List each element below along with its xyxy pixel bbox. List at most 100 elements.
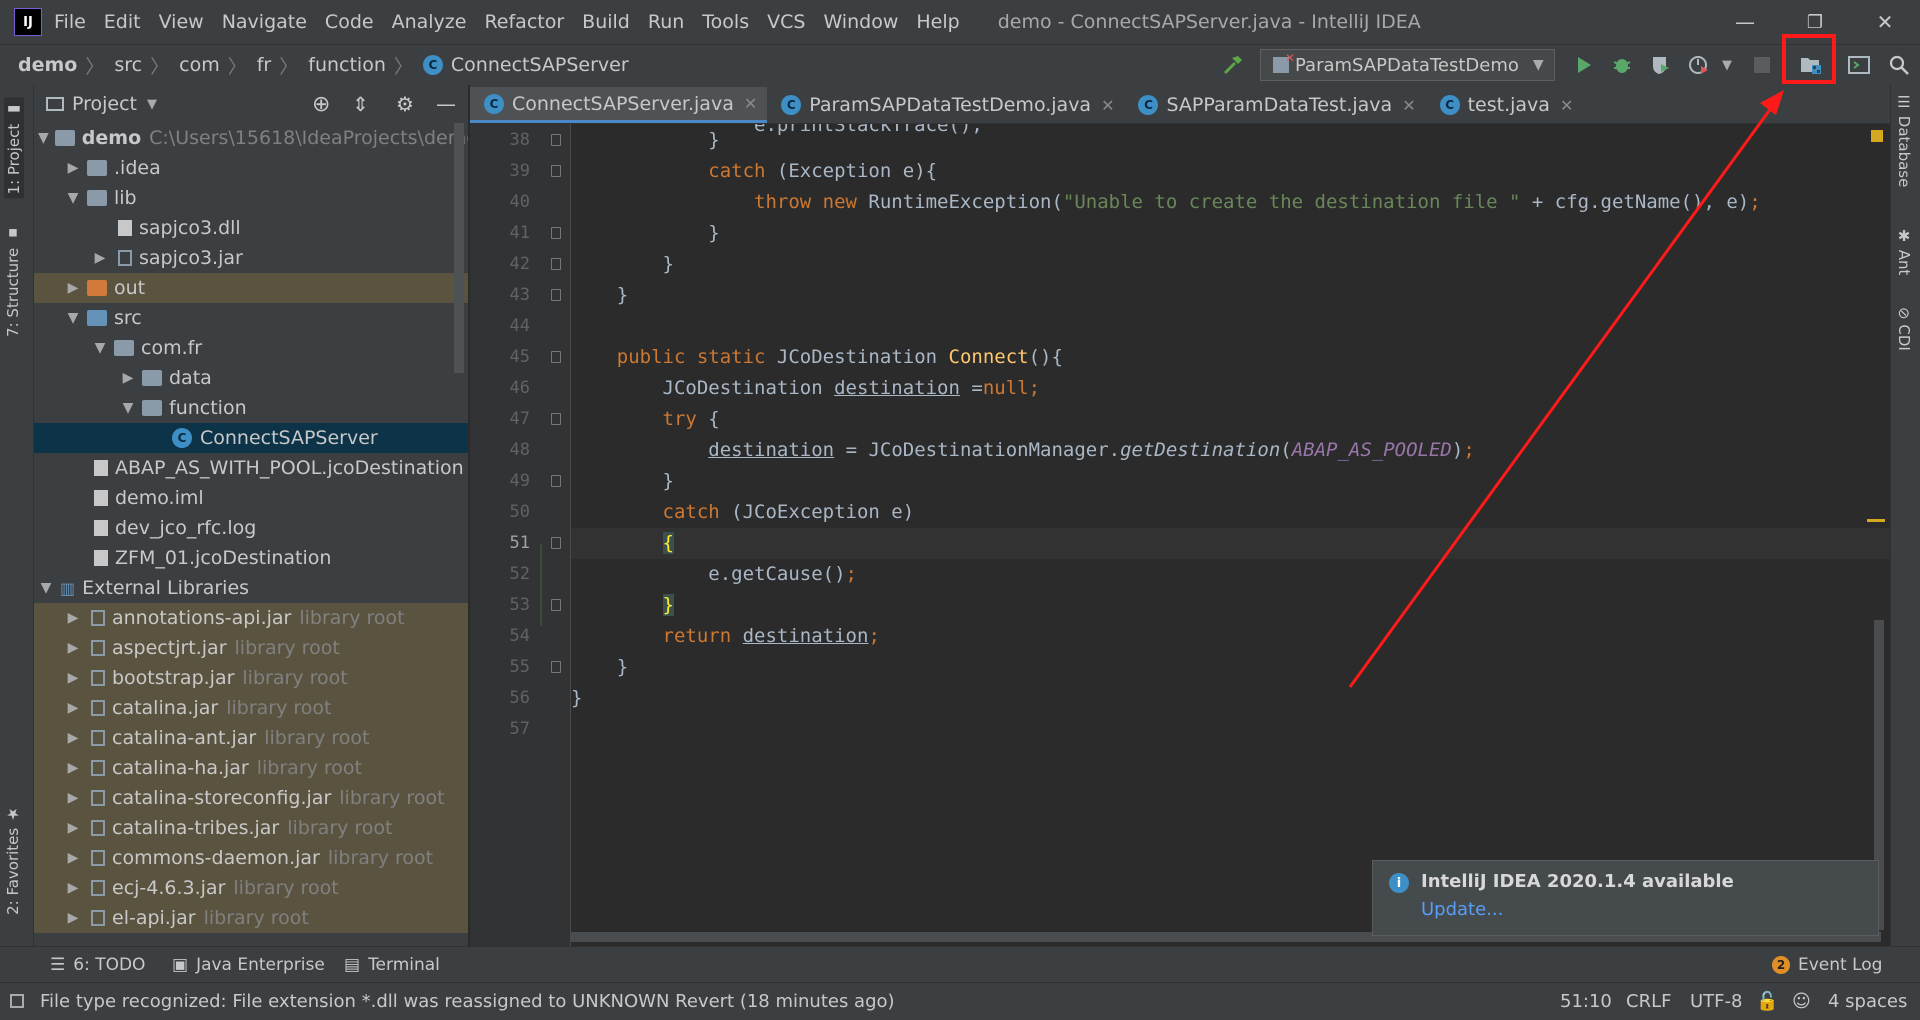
locate-icon[interactable]: ⊕ bbox=[312, 92, 330, 117]
status-message[interactable]: File type recognized: File extension *.d… bbox=[40, 983, 895, 1019]
menu-view[interactable]: View bbox=[159, 11, 204, 33]
tree-item-zfm-destination[interactable]: ZFM_01.jcoDestination bbox=[34, 543, 468, 573]
breadcrumb-src[interactable]: src bbox=[114, 54, 142, 76]
todo-tool-button[interactable]: ☰ 6: TODO bbox=[50, 947, 145, 983]
collapsed-arrow-icon[interactable]: ▶ bbox=[65, 910, 81, 926]
tree-item-library[interactable]: ▶ catalina-ant.jar library root bbox=[34, 723, 468, 753]
stop-icon[interactable] bbox=[1747, 50, 1777, 80]
ant-tool-tab[interactable]: ✱ Ant bbox=[1895, 227, 1913, 275]
coverage-icon[interactable] bbox=[1645, 50, 1675, 80]
java-enterprise-tool-button[interactable]: ▣ Java Enterprise bbox=[172, 947, 325, 983]
expanded-arrow-icon[interactable]: ▼ bbox=[65, 190, 81, 206]
tree-item-connectsapserver[interactable]: C ConnectSAPServer bbox=[34, 423, 468, 453]
indent-setting[interactable]: 4 spaces bbox=[1828, 983, 1907, 1019]
fold-marker-icon[interactable] bbox=[551, 413, 561, 425]
menu-edit[interactable]: Edit bbox=[104, 11, 141, 33]
tab-test[interactable]: C test.java ✕ bbox=[1426, 87, 1584, 123]
tree-item-demo[interactable]: ▼ demo C:\Users\15618\IdeaProjects\demo bbox=[34, 123, 468, 153]
status-toggle-icon[interactable] bbox=[10, 983, 24, 1019]
close-tab-icon[interactable]: ✕ bbox=[744, 94, 757, 113]
expanded-arrow-icon[interactable]: ▼ bbox=[38, 580, 54, 596]
fold-marker-icon[interactable] bbox=[551, 289, 561, 301]
expanded-arrow-icon[interactable]: ▼ bbox=[65, 310, 81, 326]
terminal-tool-button[interactable]: ▤ Terminal bbox=[344, 947, 440, 983]
collapsed-arrow-icon[interactable]: ▶ bbox=[120, 370, 136, 386]
tree-item-external-libraries[interactable]: ▼ ▥ External Libraries bbox=[34, 573, 468, 603]
fold-marker-icon[interactable] bbox=[551, 599, 561, 611]
menu-window[interactable]: Window bbox=[823, 11, 898, 33]
menu-help[interactable]: Help bbox=[916, 11, 959, 33]
collapsed-arrow-icon[interactable]: ▶ bbox=[65, 160, 81, 176]
menu-tools[interactable]: Tools bbox=[702, 11, 749, 33]
tree-item-library[interactable]: ▶ annotations-api.jar library root bbox=[34, 603, 468, 633]
menu-navigate[interactable]: Navigate bbox=[222, 11, 307, 33]
favorites-tool-tab[interactable]: 2: Favorites ★ bbox=[4, 805, 22, 915]
terminal-icon[interactable] bbox=[1844, 50, 1874, 80]
tab-connectsapserver[interactable]: C ConnectSAPServer.java ✕ bbox=[470, 87, 768, 123]
fold-marker-icon[interactable] bbox=[551, 134, 561, 146]
tree-item-library[interactable]: ▶ el-api.jar library root bbox=[34, 903, 468, 933]
collapsed-arrow-icon[interactable]: ▶ bbox=[65, 640, 81, 656]
close-tab-icon[interactable]: ✕ bbox=[1101, 96, 1114, 115]
collapsed-arrow-icon[interactable]: ▶ bbox=[65, 850, 81, 866]
inspector-icon[interactable]: ☺ bbox=[1792, 983, 1811, 1019]
expanded-arrow-icon[interactable]: ▼ bbox=[120, 400, 136, 416]
gear-icon[interactable]: ⚙ bbox=[396, 92, 414, 116]
tree-item-src[interactable]: ▼ src bbox=[34, 303, 468, 333]
collapsed-arrow-icon[interactable]: ▶ bbox=[65, 700, 81, 716]
tree-item-library[interactable]: ▶ ecj-4.6.3.jar library root bbox=[34, 873, 468, 903]
tree-item-library[interactable]: ▶ catalina-ha.jar library root bbox=[34, 753, 468, 783]
collapsed-arrow-icon[interactable]: ▶ bbox=[65, 790, 81, 806]
fold-marker-icon[interactable] bbox=[551, 475, 561, 487]
tree-item-com-fr[interactable]: ▼ com.fr bbox=[34, 333, 468, 363]
close-button[interactable]: ✕ bbox=[1855, 0, 1915, 44]
project-tool-tab[interactable]: 1: Project ▬ bbox=[4, 97, 24, 199]
debug-icon[interactable] bbox=[1607, 50, 1637, 80]
tree-item-dev-jco-rfc-log[interactable]: dev_jco_rfc.log bbox=[34, 513, 468, 543]
expanded-arrow-icon[interactable]: ▼ bbox=[38, 130, 49, 146]
collapsed-arrow-icon[interactable]: ▶ bbox=[65, 880, 81, 896]
cdi-tool-tab[interactable]: ⊘ CDI bbox=[1895, 307, 1913, 351]
tree-item-library[interactable]: ▶ catalina.jar library root bbox=[34, 693, 468, 723]
collapse-all-icon[interactable]: ⇕ bbox=[352, 92, 369, 116]
fold-marker-icon[interactable] bbox=[551, 537, 561, 549]
caret-position[interactable]: 51:10 bbox=[1560, 983, 1612, 1019]
menu-analyze[interactable]: Analyze bbox=[392, 11, 467, 33]
fold-marker-icon[interactable] bbox=[551, 227, 561, 239]
event-log-tool-button[interactable]: 2 Event Log bbox=[1772, 947, 1882, 983]
fold-marker-icon[interactable] bbox=[551, 258, 561, 270]
collapsed-arrow-icon[interactable]: ▶ bbox=[65, 730, 81, 746]
menu-refactor[interactable]: Refactor bbox=[484, 11, 564, 33]
tree-item-sapjco3-dll[interactable]: sapjco3.dll bbox=[34, 213, 468, 243]
file-encoding[interactable]: UTF-8 bbox=[1690, 983, 1742, 1019]
tree-item-library[interactable]: ▶ aspectjrt.jar library root bbox=[34, 633, 468, 663]
tab-paramsapdatatestdemo[interactable]: C ParamSAPDataTestDemo.java ✕ bbox=[767, 87, 1124, 123]
run-configuration-select[interactable]: ✕ ParamSAPDataTestDemo ▼ bbox=[1260, 49, 1555, 81]
minimize-button[interactable]: — bbox=[1715, 0, 1775, 44]
tab-sapparamdatatest[interactable]: C SAPParamDataTest.java ✕ bbox=[1124, 87, 1425, 123]
project-panel-title[interactable]: Project bbox=[72, 93, 137, 115]
tree-item-library[interactable]: ▶ bootstrap.jar library root bbox=[34, 663, 468, 693]
update-link[interactable]: Update... bbox=[1421, 899, 1503, 920]
tree-item-abap-destination[interactable]: ABAP_AS_WITH_POOL.jcoDestination bbox=[34, 453, 468, 483]
search-icon[interactable] bbox=[1884, 50, 1914, 80]
warning-stripe[interactable] bbox=[1867, 519, 1885, 522]
tree-item-library[interactable]: ▶ catalina-tribes.jar library root bbox=[34, 813, 468, 843]
close-tab-icon[interactable]: ✕ bbox=[1560, 96, 1573, 115]
tree-item-sapjco3-jar[interactable]: ▶ sapjco3.jar bbox=[34, 243, 468, 273]
breadcrumb-demo[interactable]: demo bbox=[18, 54, 77, 76]
fold-marker-icon[interactable] bbox=[551, 165, 561, 177]
close-tab-icon[interactable]: ✕ bbox=[1402, 96, 1415, 115]
tree-item-data[interactable]: ▶ data bbox=[34, 363, 468, 393]
tree-item-out[interactable]: ▶ out bbox=[34, 273, 468, 303]
menu-build[interactable]: Build bbox=[582, 11, 630, 33]
tree-item-demo-iml[interactable]: demo.iml bbox=[34, 483, 468, 513]
expanded-arrow-icon[interactable]: ▼ bbox=[92, 340, 108, 356]
breadcrumb-function[interactable]: function bbox=[308, 54, 386, 76]
run-icon[interactable] bbox=[1569, 50, 1599, 80]
fold-marker-icon[interactable] bbox=[551, 351, 561, 363]
collapsed-arrow-icon[interactable]: ▶ bbox=[65, 670, 81, 686]
menu-run[interactable]: Run bbox=[648, 11, 684, 33]
breadcrumb-com[interactable]: com bbox=[179, 54, 220, 76]
profile-icon[interactable] bbox=[1684, 50, 1714, 80]
